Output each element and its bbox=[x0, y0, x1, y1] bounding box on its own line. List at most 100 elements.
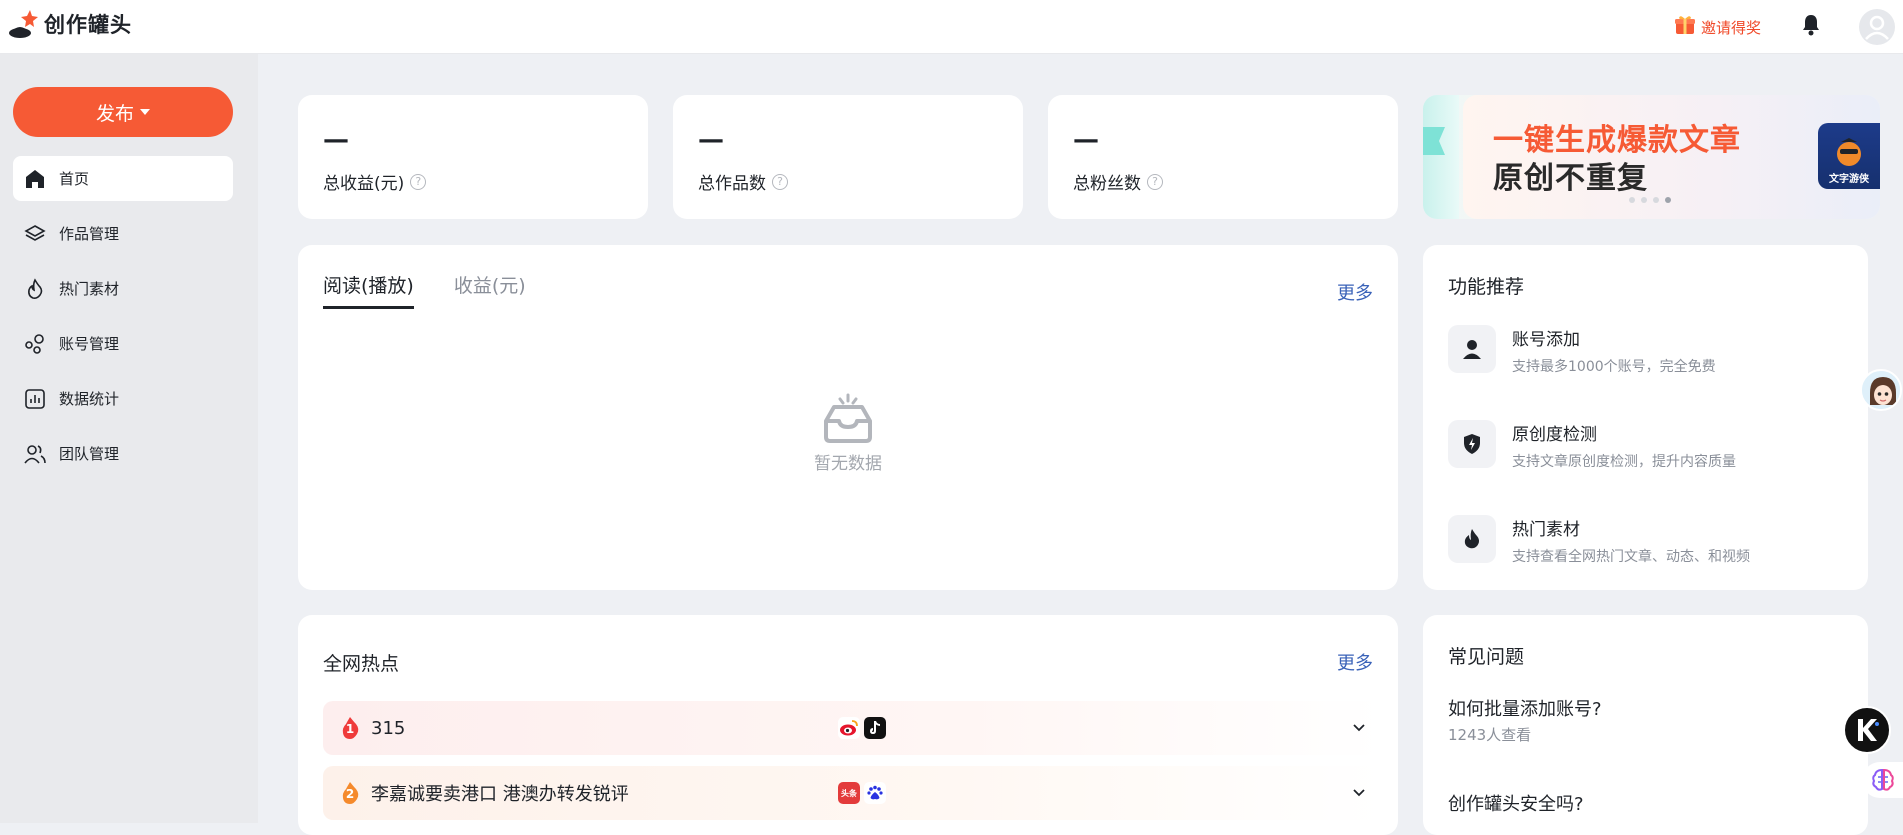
logo-icon bbox=[8, 8, 40, 40]
carousel-dot-active[interactable] bbox=[1665, 197, 1671, 203]
sidebar-item-works[interactable]: 作品管理 bbox=[13, 211, 233, 256]
sidebar-item-accounts[interactable]: 账号管理 bbox=[13, 321, 233, 366]
app-logo[interactable]: 创作罐头 bbox=[8, 8, 132, 40]
empty-inbox-icon bbox=[824, 393, 872, 443]
sidebar-item-label: 热门素材 bbox=[59, 280, 120, 298]
app-name: 创作罐头 bbox=[44, 13, 132, 37]
promo-banner[interactable]: 一键生成爆款文章 原创不重复 文字游侠 bbox=[1423, 95, 1880, 219]
sidebar-item-label: 首页 bbox=[59, 170, 90, 188]
feature-originality-check[interactable]: 原创度检测 支持文章原创度检测，提升内容质量 bbox=[1448, 420, 1736, 471]
faq-title: 常见问题 bbox=[1448, 646, 1525, 668]
sidebar-item-label: 作品管理 bbox=[59, 225, 120, 243]
hot-topic-sources bbox=[838, 717, 886, 739]
help-icon[interactable]: ? bbox=[1147, 173, 1163, 190]
hot-topic-row[interactable]: 2 李嘉诚要卖港口 港澳办转发锐评 头条 bbox=[323, 766, 1383, 820]
stat-label: 总作品数 bbox=[698, 174, 766, 194]
hot-rank-badge: 2 bbox=[339, 782, 361, 804]
sidebar-item-label: 团队管理 bbox=[59, 445, 120, 463]
reading-more-link[interactable]: 更多 bbox=[1337, 279, 1373, 305]
flame-icon bbox=[1448, 515, 1496, 563]
chevron-down-icon[interactable] bbox=[1351, 719, 1367, 739]
stat-card-fans: — 总粉丝数 ? bbox=[1048, 95, 1398, 219]
default-avatar-icon bbox=[1865, 15, 1889, 40]
feature-title: 热门素材 bbox=[1512, 520, 1580, 540]
feature-account-add[interactable]: 账号添加 支持最多1000个账号，完全免费 bbox=[1448, 325, 1716, 376]
ai-brain-button[interactable] bbox=[1862, 762, 1903, 798]
assistant-avatar-icon bbox=[1862, 371, 1900, 409]
stat-label-row: 总粉丝数 ? bbox=[1073, 169, 1163, 194]
baidu-icon bbox=[864, 782, 886, 804]
feature-hot-material[interactable]: 热门素材 支持查看全网热门文章、动态、和视频 bbox=[1448, 515, 1750, 566]
stat-label: 总收益(元) bbox=[323, 174, 405, 194]
publish-label: 发布 bbox=[95, 102, 134, 125]
k-assistant-button[interactable] bbox=[1843, 706, 1891, 754]
sidebar-item-statistics[interactable]: 数据统计 bbox=[13, 376, 233, 421]
stat-value: — bbox=[698, 125, 724, 155]
banner-slide: 一键生成爆款文章 原创不重复 文字游侠 bbox=[1463, 95, 1880, 219]
stat-label-row: 总作品数 ? bbox=[698, 169, 788, 194]
carousel-dot[interactable] bbox=[1629, 197, 1635, 203]
feature-recommend-title: 功能推荐 bbox=[1448, 276, 1525, 298]
accounts-icon bbox=[23, 332, 47, 356]
chevron-down-icon[interactable] bbox=[1351, 784, 1367, 804]
feature-desc: 支持文章原创度检测，提升内容质量 bbox=[1512, 454, 1736, 470]
layers-icon bbox=[23, 222, 47, 246]
help-icon[interactable]: ? bbox=[410, 173, 427, 190]
empty-state-label: 暂无数据 bbox=[814, 454, 882, 474]
feature-desc: 支持查看全网热门文章、动态、和视频 bbox=[1512, 549, 1750, 565]
sidebar-item-home[interactable]: 首页 bbox=[13, 156, 233, 201]
stat-card-works: — 总作品数 ? bbox=[673, 95, 1023, 219]
hot-rank-number: 1 bbox=[345, 722, 355, 736]
carousel-dot[interactable] bbox=[1641, 197, 1647, 203]
carousel-dot[interactable] bbox=[1653, 197, 1659, 203]
notification-bell-icon[interactable] bbox=[1799, 13, 1823, 41]
hot-rank-number: 2 bbox=[345, 787, 355, 801]
banner-prev-slide bbox=[1423, 95, 1459, 219]
hot-topic-sources: 头条 bbox=[838, 782, 886, 804]
carousel-dots[interactable] bbox=[1629, 197, 1671, 203]
faq-question[interactable]: 创作罐头安全吗? bbox=[1448, 790, 1584, 816]
publish-button[interactable]: 发布 bbox=[13, 87, 233, 137]
weibo-icon bbox=[838, 717, 860, 739]
gift-icon bbox=[1673, 13, 1697, 41]
mascot-icon bbox=[1837, 138, 1861, 166]
feature-recommend-card: 功能推荐 账号添加 支持最多1000个账号，完全免费 原创度检测 支持文章原创度… bbox=[1423, 245, 1868, 590]
empty-state: 暂无数据 bbox=[298, 393, 1398, 474]
hot-topics-more-link[interactable]: 更多 bbox=[1337, 649, 1373, 675]
tab-reading[interactable]: 阅读(播放) bbox=[323, 271, 414, 309]
sidebar-item-hot-material[interactable]: 热门素材 bbox=[13, 266, 233, 311]
toutiao-icon: 头条 bbox=[838, 782, 860, 804]
banner-product-badge: 文字游侠 bbox=[1818, 123, 1880, 189]
reading-tabs: 阅读(播放) 收益(元) bbox=[323, 271, 526, 309]
invite-reward-label: 邀请得奖 bbox=[1700, 18, 1761, 37]
caret-down-icon bbox=[140, 109, 150, 115]
tab-revenue[interactable]: 收益(元) bbox=[454, 271, 526, 309]
sidebar-item-team[interactable]: 团队管理 bbox=[13, 431, 233, 476]
brain-icon bbox=[1871, 768, 1894, 791]
faq-question[interactable]: 如何批量添加账号? bbox=[1448, 695, 1602, 721]
top-bar: 创作罐头 邀请得奖 bbox=[0, 0, 1903, 54]
hot-topics-card: 全网热点 更多 1 315 2 李嘉诚要卖港口 港澳办转发锐评 头条 bbox=[298, 615, 1398, 835]
help-icon[interactable]: ? bbox=[772, 173, 788, 190]
shield-icon bbox=[1448, 420, 1496, 468]
hot-rank-badge: 1 bbox=[339, 717, 361, 739]
invite-reward-link[interactable]: 邀请得奖 bbox=[1673, 13, 1761, 41]
hot-topic-title: 李嘉诚要卖港口 港澳办转发锐评 bbox=[371, 784, 629, 805]
faq-card: 常见问题 如何批量添加账号? 1243人查看 创作罐头安全吗? bbox=[1423, 615, 1868, 835]
user-avatar[interactable] bbox=[1859, 9, 1895, 45]
assistant-avatar-button[interactable] bbox=[1860, 369, 1902, 411]
reading-card: 阅读(播放) 收益(元) 更多 暂无数据 bbox=[298, 245, 1398, 590]
k-logo-icon bbox=[1858, 719, 1879, 741]
sidebar: 发布 首页 作品管理 热门素材 账号管理 数据统计 团队管理 bbox=[0, 54, 258, 823]
stat-value: — bbox=[323, 125, 349, 155]
faq-views: 1243人查看 bbox=[1448, 726, 1532, 744]
chart-icon bbox=[23, 387, 47, 411]
banner-subtitle: 原创不重复 bbox=[1493, 161, 1648, 196]
douyin-icon bbox=[864, 717, 886, 739]
feature-title: 原创度检测 bbox=[1512, 425, 1597, 445]
team-icon bbox=[23, 442, 47, 466]
user-icon bbox=[1448, 325, 1496, 373]
hot-topic-row[interactable]: 1 315 bbox=[323, 701, 1383, 755]
feature-title: 账号添加 bbox=[1512, 330, 1580, 350]
stat-card-revenue: — 总收益(元) ? bbox=[298, 95, 648, 219]
